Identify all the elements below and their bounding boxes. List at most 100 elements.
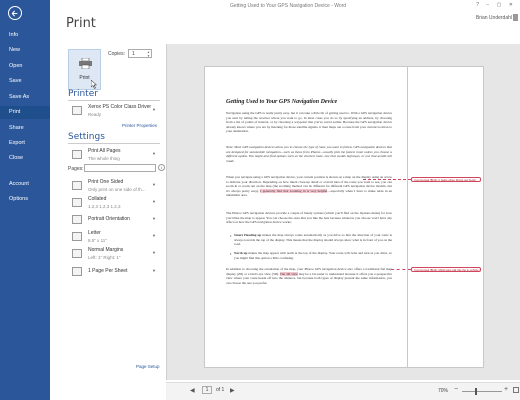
zoom-slider[interactable] xyxy=(462,391,502,392)
window-title: Getting Used to Your GPS Navigation Devi… xyxy=(230,3,347,9)
document-bullet: North up makes the map appear with north… xyxy=(234,251,392,260)
document-heading: Getting Used to Your GPS Navigation Devi… xyxy=(226,99,338,105)
document-note: Note: Most GPS navigation devices allow … xyxy=(226,145,392,163)
comment-pane: Commented [BU1]: It helps when things ge… xyxy=(408,66,484,368)
copies-value: 1 xyxy=(132,51,135,57)
margins-title: Normal Margins xyxy=(88,247,124,253)
page-number-input[interactable]: 1 xyxy=(202,386,212,394)
page-count: of 1 xyxy=(216,387,225,393)
printer-heading: Printer xyxy=(68,89,98,99)
margins-select[interactable]: Normal Margins Left: 1" Right: 1" ▼ xyxy=(68,245,160,262)
pages-per-sheet-icon xyxy=(72,267,82,276)
sides-subtitle: Only print on one side of th... xyxy=(88,187,146,192)
chevron-down-icon: ▼ xyxy=(152,199,156,204)
nav-item-print[interactable]: Print xyxy=(0,106,50,119)
zoom-out-button[interactable]: − xyxy=(454,386,458,393)
nav-item-info[interactable]: Info xyxy=(0,29,50,42)
nav-item-close[interactable]: Close xyxy=(0,152,50,165)
pages-per-sheet-select[interactable]: 1 Page Per Sheet ▼ xyxy=(68,263,160,278)
printer-select[interactable]: Xerox PS Color Class Driver Ready ▼ xyxy=(68,102,160,119)
paper-size-subtitle: 8.5" x 11" xyxy=(88,238,107,243)
bullet-text: makes the map appear with north at the t… xyxy=(234,251,392,260)
preview-page: Getting Used to Your GPS Navigation Devi… xyxy=(204,66,408,368)
bullet-term: Smart Heading up xyxy=(234,233,262,237)
zoom-level[interactable]: 70% xyxy=(438,388,448,394)
page-title: Print xyxy=(66,16,96,31)
print-range-title: Print All Pages xyxy=(88,148,121,154)
printer-icon xyxy=(79,58,92,69)
print-range-select[interactable]: Print All Pages The whole thing ▼ xyxy=(68,146,160,163)
portrait-icon xyxy=(72,215,82,224)
settings-heading: Settings xyxy=(68,132,105,142)
paper-icon xyxy=(72,232,82,241)
chevron-down-icon: ▼ xyxy=(152,107,156,112)
chevron-down-icon: ▼ xyxy=(152,151,156,156)
print-preview[interactable]: Getting Used to Your GPS Navigation Devi… xyxy=(166,44,520,380)
chevron-down-icon: ▼ xyxy=(152,250,156,255)
backstage-nav: Info New Open Save Save As Print Share E… xyxy=(0,0,50,400)
bullet-term: North up xyxy=(234,251,248,255)
collation-subtitle: 1,2,3 1,2,3 1,2,3 xyxy=(88,204,121,209)
previous-page-button[interactable]: ◀ xyxy=(190,387,195,394)
commented-text: The 3D view xyxy=(279,271,298,276)
nav-item-account[interactable]: Account xyxy=(0,178,50,191)
nav-item-options[interactable]: Options xyxy=(0,193,50,206)
chevron-down-icon: ▼ xyxy=(152,182,156,187)
nav-item-save-as[interactable]: Save As xyxy=(0,91,50,104)
chevron-down-icon: ▼ xyxy=(152,268,156,273)
nav-item-share[interactable]: Share xyxy=(0,122,50,135)
user-name[interactable]: Brian Underdahl xyxy=(476,15,512,21)
printer-name: Xerox PS Color Class Driver xyxy=(88,104,152,110)
paper-size-select[interactable]: Letter 8.5" x 11" ▼ xyxy=(68,228,160,245)
pages-per-sheet-title: 1 Page Per Sheet xyxy=(88,268,128,274)
divider xyxy=(68,143,160,144)
printer-icon xyxy=(72,106,82,115)
pages-input[interactable] xyxy=(84,164,156,172)
comment-connector xyxy=(391,269,411,270)
status-bar: ◀ 1 of 1 ▶ 70% − + xyxy=(166,382,520,400)
zoom-in-button[interactable]: + xyxy=(504,386,508,393)
nav-item-open[interactable]: Open xyxy=(0,60,50,73)
mouse-cursor-icon xyxy=(91,80,97,89)
window-controls[interactable]: ? − ▢ ✕ xyxy=(476,2,516,8)
spinner-arrows-icon[interactable]: ▲ ▼ xyxy=(147,50,150,58)
orientation-title: Portrait Orientation xyxy=(88,216,130,222)
collation-title: Collated xyxy=(88,196,107,202)
comment-connector xyxy=(363,179,411,180)
zoom-slider-thumb[interactable] xyxy=(475,388,477,395)
collation-select[interactable]: Collated 1,2,3 1,2,3 1,2,3 ▼ xyxy=(68,194,160,211)
comment-balloon: Commented [BU1]: It helps when things ge… xyxy=(411,177,481,182)
sides-title: Print One Sided xyxy=(88,179,124,185)
margins-subtitle: Left: 1" Right: 1" xyxy=(88,255,121,260)
nav-item-save[interactable]: Save xyxy=(0,75,50,88)
document-paragraph: In addition to choosing the orientation … xyxy=(226,267,392,285)
page-setup-link[interactable]: Page Setup xyxy=(136,364,160,369)
margins-icon xyxy=(72,249,82,258)
nav-item-export[interactable]: Export xyxy=(0,137,50,150)
document-bullet: Smart Heading up makes the map always ro… xyxy=(234,233,392,247)
bullet: • xyxy=(230,251,232,256)
chevron-down-icon: ▼ xyxy=(152,216,156,221)
back-arrow-icon[interactable] xyxy=(8,6,22,20)
copies-stepper[interactable]: 1 ▲ ▼ xyxy=(128,49,152,58)
chevron-down-icon: ▼ xyxy=(152,233,156,238)
printer-properties-link[interactable]: Printer Properties xyxy=(122,123,157,128)
bullet: • xyxy=(230,233,232,238)
print-range-subtitle: The whole thing xyxy=(88,156,120,161)
commented-text: I generally find that zooming in is very… xyxy=(260,188,328,193)
pages-label: Pages: xyxy=(68,166,84,172)
document-paragraph: Navigation using the GPS is really prett… xyxy=(226,111,392,134)
one-sided-icon xyxy=(72,181,82,190)
printer-status: Ready xyxy=(88,112,102,117)
zoom-to-page-icon[interactable] xyxy=(513,387,519,393)
info-icon[interactable]: i xyxy=(158,164,165,171)
orientation-select[interactable]: Portrait Orientation ▼ xyxy=(68,211,160,226)
divider xyxy=(68,100,160,101)
copies-label: Copies: xyxy=(108,51,125,57)
avatar[interactable] xyxy=(513,14,518,21)
sides-select[interactable]: Print One Sided Only print on one side o… xyxy=(68,177,160,194)
paper-size-title: Letter xyxy=(88,230,101,236)
nav-item-new[interactable]: New xyxy=(0,44,50,57)
pages-icon xyxy=(72,150,82,159)
next-page-button[interactable]: ▶ xyxy=(230,387,235,394)
